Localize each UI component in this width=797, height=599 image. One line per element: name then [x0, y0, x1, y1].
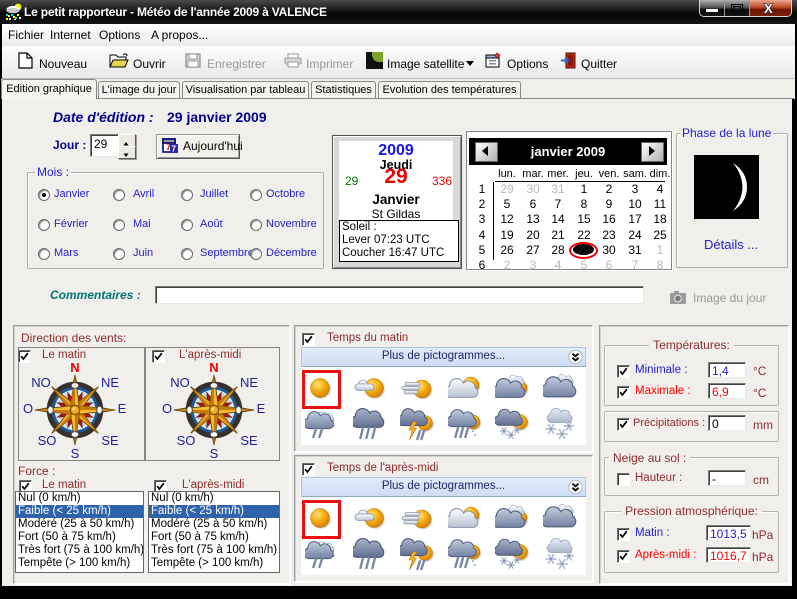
svg-text:7: 7 — [172, 145, 177, 154]
svg-text:X: X — [764, 2, 773, 15]
